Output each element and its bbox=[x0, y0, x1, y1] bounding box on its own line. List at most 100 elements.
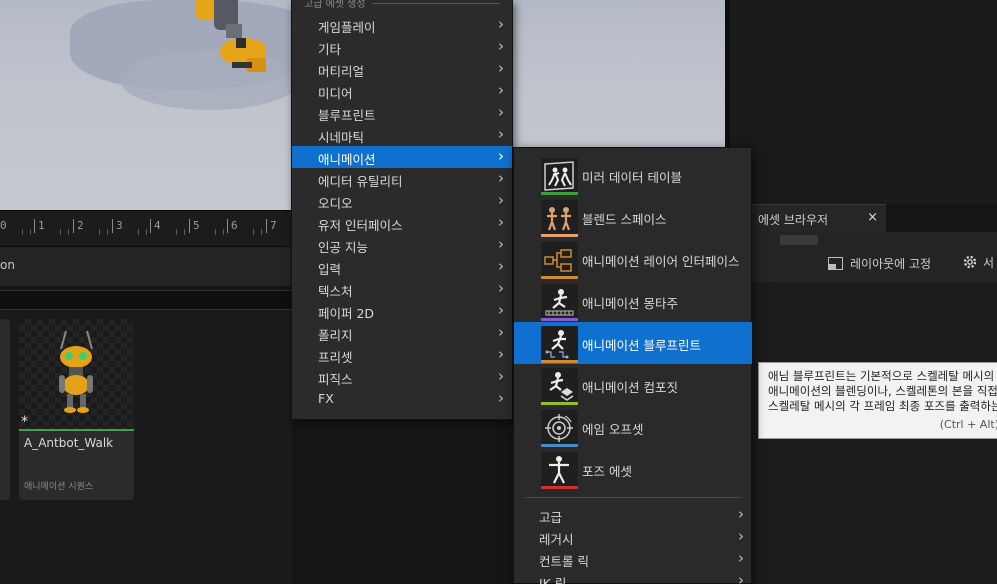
menu-item-user-interface[interactable]: 유저 인터페이스 › bbox=[292, 212, 512, 234]
menu-section-header: 고급 에셋 생성 bbox=[304, 0, 366, 10]
menu-item-label: 기타 bbox=[318, 42, 342, 57]
chevron-right-icon: › bbox=[738, 549, 744, 567]
submenu-item-label: 에임 오프셋 bbox=[582, 422, 644, 437]
asset-type-color-bar bbox=[19, 429, 134, 431]
submenu-item-pose-asset[interactable]: 포즈 에셋 bbox=[514, 448, 752, 490]
chevron-right-icon: › bbox=[498, 301, 504, 319]
menu-item-input[interactable]: 입력 › bbox=[292, 256, 512, 278]
anim-layer-interface-icon bbox=[541, 242, 578, 279]
submenu-item-label: 포즈 에셋 bbox=[582, 464, 632, 479]
chevron-right-icon: › bbox=[498, 169, 504, 187]
toolbar-button[interactable] bbox=[780, 235, 818, 245]
content-browser-toolbar: on bbox=[0, 246, 292, 286]
menu-item-animation[interactable]: 애니메이션 › bbox=[292, 146, 512, 168]
timeline-tick: 2 bbox=[73, 219, 84, 233]
submenu-item-anim-blueprint[interactable]: 애니메이션 블루프린트 bbox=[514, 322, 752, 364]
toolbar-label[interactable]: on bbox=[0, 258, 15, 272]
submenu-item-anim-composite[interactable]: 애니메이션 컴포짓 bbox=[514, 364, 752, 406]
submenu-item-label: 애니메이션 레이어 인터페이스 bbox=[582, 254, 740, 269]
menu-item-material[interactable]: 머티리얼 › bbox=[292, 58, 512, 80]
menu-item-preset[interactable]: 프리셋 › bbox=[292, 344, 512, 366]
timeline-tick: 1 bbox=[34, 219, 45, 233]
asset-thumbnail bbox=[19, 319, 134, 429]
submenu-item-label: 고급 bbox=[539, 510, 563, 525]
menu-item-label: 게임플레이 bbox=[318, 20, 376, 35]
menu-item-label: 머티리얼 bbox=[318, 64, 365, 79]
menu-item-gameplay[interactable]: 게임플레이 › bbox=[292, 14, 512, 36]
chevron-right-icon: › bbox=[498, 81, 504, 99]
menu-item-editor-utility[interactable]: 에디터 유틸리티 › bbox=[292, 168, 512, 190]
submenu-item-mirror-data-table[interactable]: 미러 데이터 테이블 bbox=[514, 154, 752, 196]
aim-offset-icon bbox=[541, 410, 578, 447]
submenu-item-anim-montage[interactable]: 애니메이션 몽타주 bbox=[514, 280, 752, 322]
menu-item-blueprint[interactable]: 블루프린트 › bbox=[292, 102, 512, 124]
tab-asset-browser[interactable]: 에셋 브라우저 × bbox=[752, 204, 886, 232]
chevron-right-icon: › bbox=[738, 527, 744, 545]
pose-asset-icon bbox=[541, 452, 578, 489]
menu-item-label: 유저 인터페이스 bbox=[318, 218, 403, 233]
submenu-item-label: 레거시 bbox=[539, 532, 574, 547]
chevron-right-icon: › bbox=[498, 279, 504, 297]
asset-card[interactable] bbox=[0, 319, 10, 500]
asset-name: A_Antbot_Walk bbox=[24, 436, 114, 450]
tooltip: 애님 블루프린트는 기본적으로 스켈레탈 메시의 애니메이션의 블렌딩이나, 스… bbox=[758, 362, 997, 439]
menu-item-label: 애니메이션 bbox=[318, 152, 376, 167]
chevron-right-icon: › bbox=[738, 571, 744, 584]
menu-item-label: FX bbox=[318, 391, 334, 406]
asset-type-label: 애니메이션 시퀀스 bbox=[24, 482, 94, 492]
menu-item-misc[interactable]: 기타 › bbox=[292, 36, 512, 58]
menu-item-fx[interactable]: FX › bbox=[292, 388, 512, 410]
layout-icon bbox=[828, 257, 843, 270]
mirror-data-table-icon bbox=[541, 158, 578, 195]
submenu-item-blend-space[interactable]: 블렌드 스페이스 bbox=[514, 196, 752, 238]
submenu-item-legacy[interactable]: 레거시 › bbox=[514, 526, 752, 548]
menu-item-audio[interactable]: 오디오 › bbox=[292, 190, 512, 212]
tooltip-line: 애니메이션의 블렌딩이나, 스켈레톤의 본을 직접 bbox=[768, 384, 997, 398]
menu-item-paper2d[interactable]: 페이퍼 2D › bbox=[292, 300, 512, 322]
timeline-tick: 5 bbox=[189, 219, 200, 233]
chevron-right-icon: › bbox=[498, 37, 504, 55]
timeline-tick: 3 bbox=[112, 219, 123, 233]
submenu-item-control-rig[interactable]: 컨트롤 릭 › bbox=[514, 548, 752, 570]
lock-layout-button[interactable]: 레이아웃에 고정 bbox=[828, 255, 931, 272]
menu-item-texture[interactable]: 텍스처 › bbox=[292, 278, 512, 300]
menu-item-foliage[interactable]: 폴리지 › bbox=[292, 322, 512, 344]
chevron-right-icon: › bbox=[498, 147, 504, 165]
chevron-right-icon: › bbox=[498, 367, 504, 385]
menu-item-cinematic[interactable]: 시네마틱 › bbox=[292, 124, 512, 146]
asset-card[interactable]: * A_Antbot_Walk 애니메이션 시퀀스 bbox=[19, 319, 134, 500]
asset-modified-icon: * bbox=[21, 414, 28, 430]
timeline-ruler[interactable]: 0 1 2 3 4 5 6 7 bbox=[0, 210, 292, 246]
submenu-item-aim-offset[interactable]: 에임 오프셋 bbox=[514, 406, 752, 448]
lock-layout-label: 레이아웃에 고정 bbox=[850, 257, 932, 271]
gear-icon bbox=[963, 255, 977, 269]
menu-item-label: 시네마틱 bbox=[318, 130, 365, 145]
menu-item-label: 페이퍼 2D bbox=[318, 306, 375, 321]
submenu-item-ik-rig[interactable]: IK 릭 › bbox=[514, 570, 752, 584]
submenu-item-label: 컨트롤 릭 bbox=[539, 554, 589, 569]
timeline-tick: 7 bbox=[266, 219, 277, 233]
blend-space-icon bbox=[541, 200, 578, 237]
settings-button[interactable]: 서 bbox=[962, 254, 994, 271]
menu-item-media[interactable]: 미디어 › bbox=[292, 80, 512, 102]
menu-item-label: 블루프린트 bbox=[318, 108, 376, 123]
submenu-item-advanced[interactable]: 고급 › bbox=[514, 504, 752, 526]
close-icon[interactable]: × bbox=[867, 210, 878, 225]
chevron-right-icon: › bbox=[498, 345, 504, 363]
submenu-item-label: IK 릭 bbox=[539, 576, 567, 584]
submenu-item-anim-layer-interface[interactable]: 애니메이션 레이어 인터페이스 bbox=[514, 238, 752, 280]
chevron-right-icon: › bbox=[498, 125, 504, 143]
menu-item-ai[interactable]: 인공 지능 › bbox=[292, 234, 512, 256]
submenu-item-label: 애니메이션 컴포짓 bbox=[582, 380, 678, 395]
submenu-item-label: 애니메이션 몽타주 bbox=[582, 296, 678, 311]
menu-item-label: 텍스처 bbox=[318, 284, 353, 299]
search-bar[interactable] bbox=[0, 290, 292, 310]
anim-montage-icon bbox=[541, 284, 578, 321]
anim-blueprint-icon bbox=[541, 326, 578, 363]
chevron-right-icon: › bbox=[738, 505, 744, 523]
menu-item-physics[interactable]: 피직스 › bbox=[292, 366, 512, 388]
tooltip-line: 애님 블루프린트는 기본적으로 스켈레탈 메시의 bbox=[768, 369, 995, 383]
menu-item-label: 프리셋 bbox=[318, 350, 353, 365]
animation-submenu: 미러 데이터 테이블 블렌드 스페이스 애니메이션 레이어 인터페이스 애니메이… bbox=[513, 147, 752, 584]
submenu-item-label: 애니메이션 블루프린트 bbox=[582, 338, 701, 353]
